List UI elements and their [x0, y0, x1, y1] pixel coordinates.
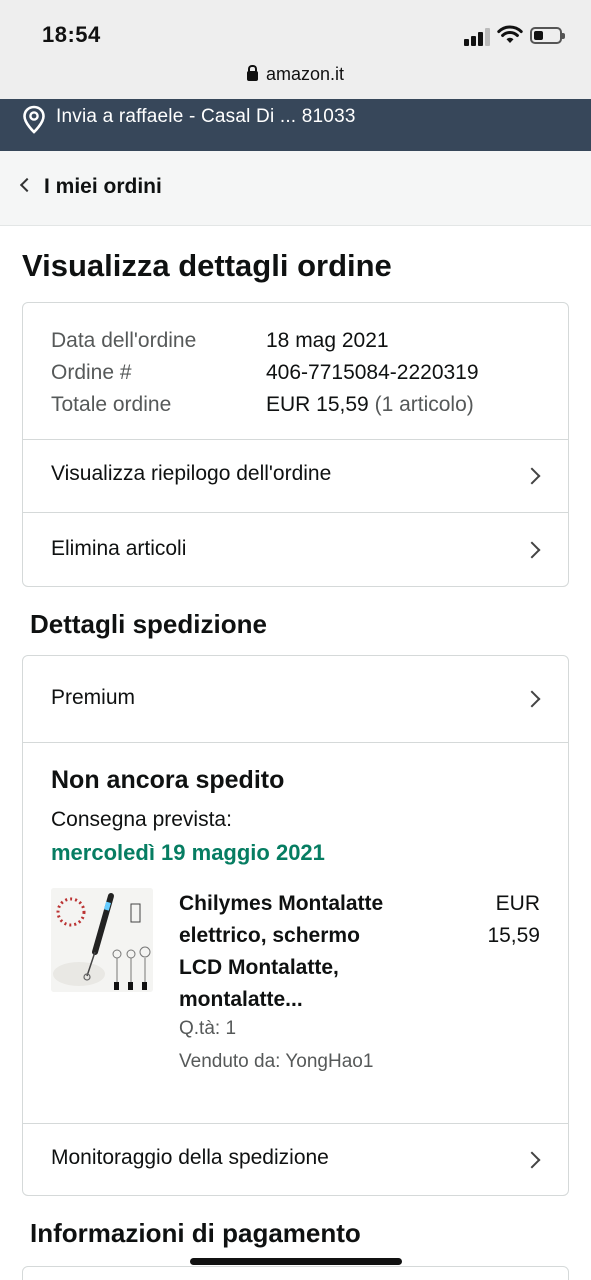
payment-info-heading: Informazioni di pagamento: [30, 1218, 361, 1248]
page-title: Visualizza dettagli ordine: [22, 248, 392, 283]
order-number-label: Ordine #: [51, 361, 132, 384]
product-price: EUR 15,59: [487, 892, 540, 947]
back-to-orders[interactable]: I miei ordini: [0, 151, 591, 226]
delete-items-label: Elimina articoli: [51, 537, 187, 560]
shipment-status: Non ancora spedito: [51, 766, 285, 794]
delivery-estimate-date: mercoledì 19 maggio 2021: [51, 840, 325, 865]
battery-icon: [530, 27, 565, 44]
address-bar[interactable]: amazon.it: [0, 62, 591, 99]
product-seller: Venduto da: YongHao1: [179, 1051, 374, 1072]
order-total-value: EUR 15,59: [266, 393, 369, 416]
chevron-right-icon: [523, 467, 541, 485]
home-indicator[interactable]: [190, 1258, 402, 1265]
product-quantity: Q.tà: 1: [179, 1018, 237, 1039]
shipping-tier-link[interactable]: Premium: [23, 656, 568, 743]
order-total-label: Totale ordine: [51, 393, 172, 416]
track-shipment-label: Monitoraggio della spedizione: [51, 1146, 329, 1169]
delivery-address-text: Invia a raffaele - Casal Di ... 81033: [56, 106, 356, 127]
order-item-count: (1 articolo): [374, 393, 474, 416]
status-bar: 18:54: [0, 0, 591, 62]
view-order-summary-label: Visualizza riepilogo dell'ordine: [51, 462, 332, 485]
back-label: I miei ordini: [44, 175, 162, 198]
payment-card: [22, 1266, 569, 1280]
status-time: 18:54: [42, 22, 101, 47]
order-number-value: 406-7715084-2220319: [266, 361, 479, 384]
product-image[interactable]: [51, 888, 153, 992]
lock-icon: [246, 65, 258, 81]
delivery-estimate-label: Consegna prevista:: [51, 808, 232, 831]
chevron-right-icon: [523, 690, 541, 708]
shipping-tier-label: Premium: [51, 686, 136, 709]
url-text: amazon.it: [265, 64, 345, 84]
chevron-right-icon: [523, 1151, 541, 1169]
order-date-value: 18 mag 2021: [266, 329, 389, 352]
product-title[interactable]: Chilymes Montalatte elettrico, schermo L…: [179, 888, 429, 1016]
cellular-signal-icon: [464, 28, 490, 46]
shipment-card: Premium Non ancora spedito Consegna prev…: [22, 655, 569, 1196]
location-pin-icon: [23, 105, 45, 134]
track-shipment-link[interactable]: Monitoraggio della spedizione: [23, 1123, 568, 1195]
order-info-card: Data dell'ordine 18 mag 2021 Ordine # 40…: [22, 302, 569, 587]
order-date-label: Data dell'ordine: [51, 329, 197, 352]
shipping-details-heading: Dettagli spedizione: [30, 609, 267, 639]
order-summary: Data dell'ordine 18 mag 2021 Ordine # 40…: [51, 325, 479, 421]
view-order-summary-link[interactable]: Visualizza riepilogo dell'ordine: [23, 439, 568, 512]
delete-items-link[interactable]: Elimina articoli: [23, 512, 568, 586]
delivery-location-bar[interactable]: Invia a raffaele - Casal Di ... 81033: [0, 99, 591, 151]
chevron-left-icon: [19, 177, 35, 193]
chevron-right-icon: [523, 541, 541, 559]
wifi-icon: [497, 25, 523, 43]
